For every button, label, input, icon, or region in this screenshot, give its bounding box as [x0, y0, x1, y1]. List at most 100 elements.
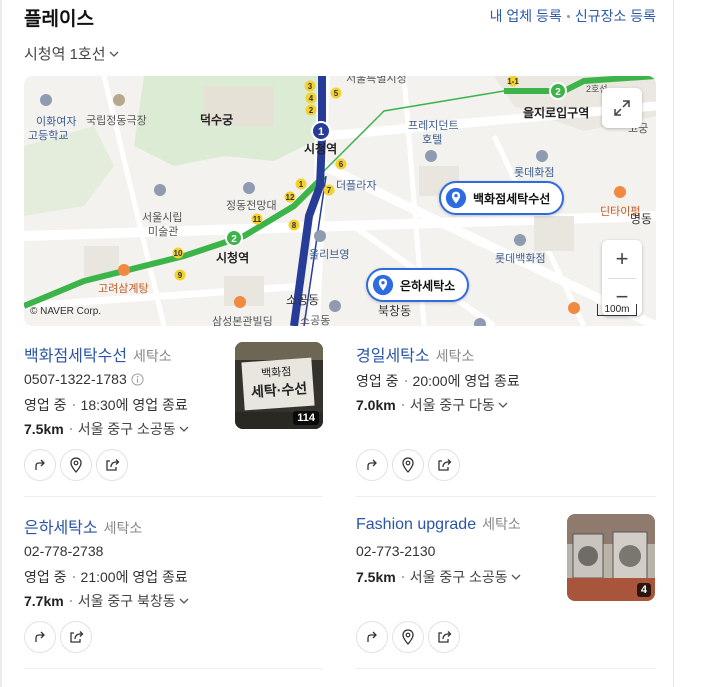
place-hours: 18:30에 영업 종료: [80, 397, 188, 413]
save-location-button[interactable]: [392, 621, 424, 653]
svg-text:12: 12: [286, 193, 295, 202]
info-icon[interactable]: [131, 372, 144, 386]
location-pin-icon: [402, 457, 414, 473]
share-icon: [437, 631, 451, 643]
separator-dot: [401, 404, 404, 406]
chevron-down-icon: [179, 598, 189, 604]
place-phone[interactable]: 0507-1322-1783: [24, 371, 127, 387]
place-photo[interactable]: 4: [567, 514, 655, 601]
map-label-plaza: 더플라자: [336, 180, 377, 192]
directions-button[interactable]: [24, 449, 56, 481]
map-view[interactable]: 1 2 2 3 4 2 5 6 7 1 12 11 8 10 9 1-1 이화여…: [24, 76, 656, 326]
place-distance-row[interactable]: 7.5km 서울 중구 소공동: [356, 567, 521, 587]
svg-text:11: 11: [253, 215, 262, 224]
svg-text:1: 1: [299, 180, 304, 189]
map-label-sogong-2: 소공동: [300, 315, 331, 326]
place-hours: 20:00에 영업 종료: [412, 373, 520, 389]
map-pin-baekhwajeom[interactable]: 백화점세탁수선: [439, 181, 565, 215]
svg-text:2: 2: [231, 234, 237, 245]
location-pin-icon: [402, 629, 414, 645]
place-card: 은하세탁소 세탁소 02-778-2738 영업 중 21:00에 영업 종료 …: [24, 514, 324, 654]
place-name-link[interactable]: 경일세탁소: [356, 342, 430, 366]
directions-icon: [367, 631, 377, 642]
map-label-cityhall-2: 시청역: [216, 251, 250, 265]
card-divider: [24, 668, 323, 669]
register-new-place-link[interactable]: 신규장소 등록: [575, 6, 656, 26]
location-pin-icon: [445, 187, 467, 209]
map-label-museum-2: 미술관: [148, 226, 179, 238]
place-card: 경일세탁소 세탁소 영업 중 20:00에 영업 종료 7.0km 서울 중구 …: [356, 342, 656, 482]
share-button[interactable]: [96, 449, 128, 481]
svg-text:2: 2: [309, 106, 314, 115]
share-button[interactable]: [428, 449, 460, 481]
save-location-button[interactable]: [60, 449, 92, 481]
map-label-president-2: 호텔: [422, 134, 443, 146]
place-distance: 7.0km: [356, 397, 396, 413]
separator-dot: [566, 14, 570, 18]
place-distance-row[interactable]: 7.7km 서울 중구 북창동: [24, 591, 189, 611]
svg-text:7: 7: [327, 186, 332, 195]
station-filter-label: 시청역 1호선: [24, 46, 106, 63]
station-filter[interactable]: 시청역 1호선: [24, 43, 119, 64]
place-phone[interactable]: 02-773-2130: [356, 543, 435, 559]
place-distance-row[interactable]: 7.5km 서울 중구 소공동: [24, 419, 189, 439]
place-phone[interactable]: 02-778-2738: [24, 543, 103, 559]
separator-dot: [69, 428, 72, 430]
place-category: 세탁소: [435, 348, 475, 364]
map-label-gore: 고려삼계탕: [98, 283, 149, 295]
directions-button[interactable]: [356, 449, 388, 481]
directions-icon: [35, 631, 45, 642]
place-address: 서울 중구 소공동: [409, 569, 508, 585]
place-name-link[interactable]: 백화점세탁수선: [24, 342, 127, 366]
map-label-myeongdong: 명동: [630, 212, 653, 226]
map-pin-eunha[interactable]: 은하세탁소: [366, 268, 470, 302]
place-address: 서울 중구 다동: [409, 397, 495, 413]
section-header: 플레이스 내 업체 등록 신규장소 등록: [24, 4, 656, 30]
map-label-samsung: 삼성본관빌딩: [212, 316, 273, 326]
directions-button[interactable]: [24, 621, 56, 653]
place-actions: [356, 449, 464, 481]
place-category: 세탁소: [133, 348, 172, 364]
directions-button[interactable]: [356, 621, 388, 653]
expand-icon: [614, 100, 630, 116]
svg-text:3: 3: [308, 82, 313, 91]
place-name-link[interactable]: 은하세탁소: [24, 514, 98, 538]
place-distance: 7.5km: [356, 569, 396, 585]
separator-dot: [69, 600, 72, 602]
map-label-deoksugung: 덕수궁: [200, 113, 234, 127]
map-label-school-2: 고등학교: [28, 130, 69, 142]
map-label-bukchang: 북창동: [378, 304, 412, 318]
photo-count-badge: 114: [293, 411, 319, 425]
svg-text:2: 2: [555, 87, 561, 98]
directions-icon: [35, 459, 45, 470]
separator-dot: [401, 576, 404, 578]
register-business-link[interactable]: 내 업체 등록: [490, 6, 562, 26]
photo-sign-text: 백화점: [260, 365, 292, 381]
place-photo[interactable]: 백화점 세탁·수선 114: [235, 342, 323, 429]
share-icon: [69, 631, 83, 643]
zoom-in-button[interactable]: +: [602, 240, 642, 278]
share-button[interactable]: [60, 621, 92, 653]
left-frame: [0, 0, 2, 687]
place-address: 서울 중구 소공동: [77, 421, 176, 437]
photo-sign-text-2: 세탁·수선: [250, 380, 308, 400]
right-frame: [673, 0, 674, 687]
place-category: 세탁소: [482, 516, 521, 532]
svg-text:10: 10: [174, 249, 183, 258]
place-distance-row[interactable]: 7.0km 서울 중구 다동: [356, 395, 508, 415]
map-label-jeongdong: 정동전망대: [226, 200, 277, 212]
share-button[interactable]: [428, 621, 460, 653]
svg-text:9: 9: [178, 271, 183, 280]
separator-dot: [404, 380, 407, 382]
place-name-row: 경일세탁소 세탁소: [356, 342, 656, 366]
expand-map-button[interactable]: [602, 88, 642, 128]
save-location-button[interactable]: [392, 449, 424, 481]
place-name-link[interactable]: Fashion upgrade: [356, 516, 476, 534]
card-divider: [24, 496, 323, 497]
map-label-partial-top: 서울특별시청: [346, 76, 407, 85]
place-category: 세탁소: [103, 520, 143, 536]
photo-count-badge: 4: [636, 583, 651, 597]
svg-text:5: 5: [334, 89, 339, 98]
place-hours: 21:00에 영업 종료: [80, 569, 188, 585]
place-status: 영업 중: [24, 569, 67, 585]
